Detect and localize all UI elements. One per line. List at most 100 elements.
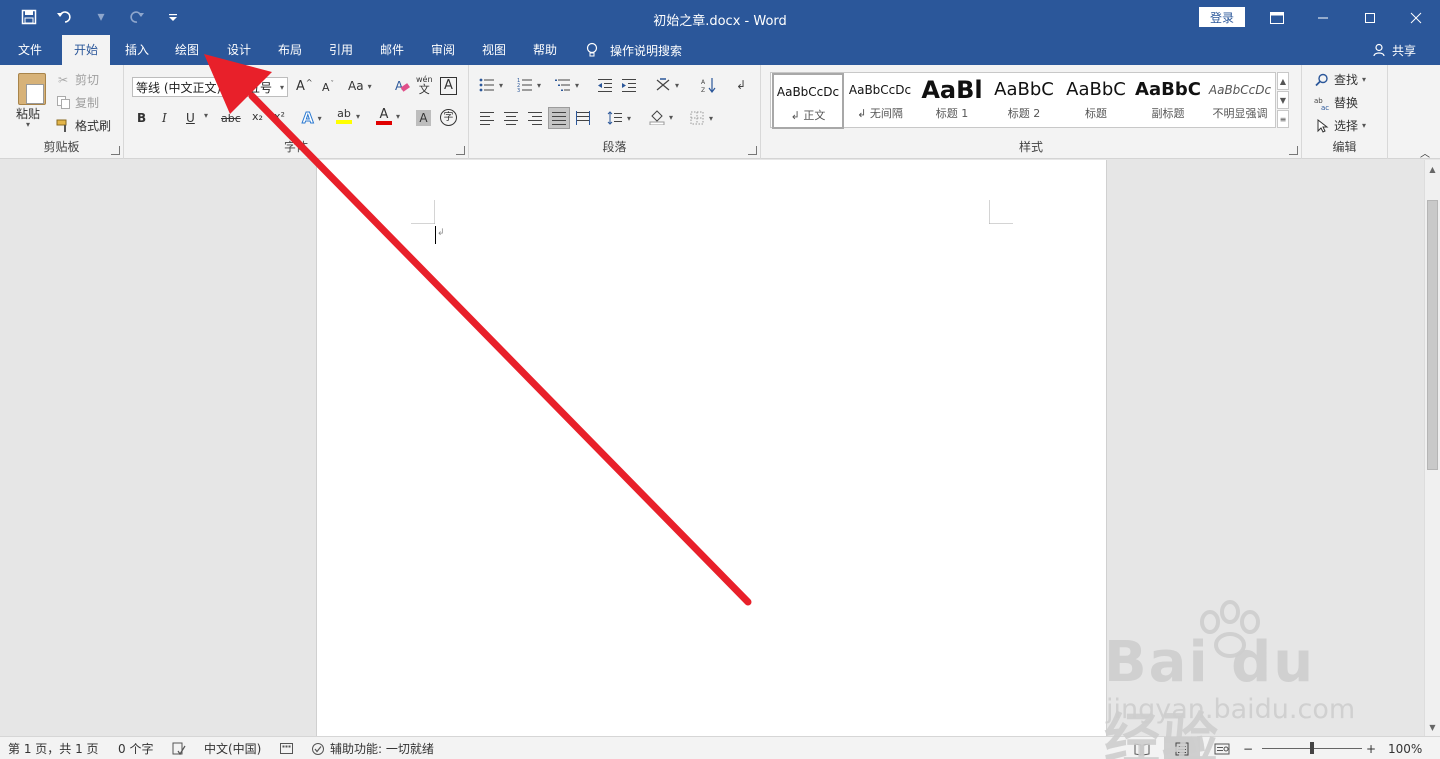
strikethrough-button[interactable]: abc [221, 112, 241, 125]
minimize-icon[interactable] [1300, 0, 1346, 35]
tab-view[interactable]: 视图 [473, 35, 515, 65]
tab-home[interactable]: 开始 [62, 35, 110, 65]
chevron-down-icon: ▾ [537, 80, 542, 90]
zoom-level[interactable]: 100% [1388, 737, 1422, 759]
align-right-button[interactable] [527, 110, 543, 126]
tab-mailings[interactable]: 邮件 [371, 35, 413, 65]
style-sample: AaBbC [1066, 79, 1126, 100]
font-name-box[interactable]: 等线 (中文正文) [132, 77, 244, 97]
styles-more[interactable]: ≡ [1277, 110, 1289, 128]
sort-button[interactable]: AZ [701, 77, 717, 93]
grow-font-button[interactable]: A ^ [296, 78, 313, 94]
tab-references[interactable]: 引用 [320, 35, 362, 65]
numbering-button[interactable]: 1 2 3 ▾ [517, 77, 541, 93]
font-size-box[interactable]: 五号 ▾ [244, 77, 288, 97]
decrease-indent-button[interactable] [597, 77, 613, 93]
borders-button[interactable]: ▾ [689, 110, 713, 126]
maximize-icon[interactable] [1347, 0, 1393, 35]
login-button[interactable]: 登录 [1199, 7, 1245, 27]
scroll-down-arrow[interactable]: ▼ [1425, 719, 1440, 735]
collapse-ribbon-button[interactable]: ︿ [1420, 145, 1430, 160]
increase-indent-button[interactable] [621, 77, 637, 93]
page-count[interactable]: 第 1 页，共 1 页 [8, 737, 99, 759]
styles-scroll-down[interactable]: ▼ [1277, 91, 1289, 109]
style-normal[interactable]: AaBbCcDc ↲ 正文 [772, 73, 844, 129]
format-painter-button[interactable]: 格式刷 [55, 117, 111, 134]
paste-dropdown[interactable]: ▾ [26, 120, 30, 129]
style-subtle-emphasis[interactable]: AaBbCcDc 不明显强调 [1204, 73, 1276, 129]
word-count[interactable]: 0 个字 [118, 737, 153, 759]
tab-review[interactable]: 审阅 [422, 35, 464, 65]
style-name: 标题 [1085, 107, 1107, 120]
font-launcher-icon[interactable] [456, 146, 465, 155]
show-marks-button[interactable]: ↲ [733, 77, 749, 93]
font-color-button[interactable]: A ▾ [376, 108, 400, 125]
superscript-button[interactable]: x² [274, 110, 285, 123]
character-shading-button[interactable]: A [416, 110, 431, 126]
bullets-button[interactable]: ▾ [479, 77, 503, 93]
justify-button[interactable] [548, 107, 570, 129]
italic-button[interactable]: I [162, 111, 167, 125]
cut-button[interactable]: ✂ 剪切 [55, 71, 99, 88]
paint-bucket-icon [649, 109, 665, 125]
enclose-characters-button[interactable]: 字 [440, 109, 457, 126]
tab-layout[interactable]: 布局 [269, 35, 311, 65]
style-title[interactable]: AaBbC 标题 [1060, 73, 1132, 129]
style-name: ↲ 正文 [790, 109, 826, 122]
subscript-button[interactable]: x₂ [252, 110, 263, 123]
bold-button[interactable]: B [137, 111, 146, 125]
tab-design[interactable]: 设计 [218, 35, 260, 65]
line-spacing-button[interactable]: ▾ [607, 110, 631, 126]
underline-dropdown[interactable]: ▾ [204, 111, 208, 120]
vertical-scrollbar[interactable]: ▲ ▼ [1424, 160, 1440, 736]
shrink-font-button[interactable]: Aˇ [322, 80, 334, 95]
character-border-button[interactable]: A [440, 77, 457, 95]
text-effects-button[interactable]: A ▾ [302, 109, 322, 128]
phonetic-guide-button[interactable]: wén 文 [416, 75, 433, 96]
tell-me-search[interactable]: 操作说明搜索 [584, 35, 682, 65]
share-button[interactable]: 共享 [1372, 35, 1416, 65]
shading-button[interactable]: ▾ [649, 109, 673, 125]
distributed-button[interactable] [575, 110, 591, 126]
style-subtitle[interactable]: AaBbC 副标题 [1132, 73, 1204, 129]
scroll-thumb[interactable] [1427, 200, 1438, 470]
tab-help[interactable]: 帮助 [524, 35, 566, 65]
paste-icon[interactable] [18, 73, 46, 105]
close-icon[interactable] [1393, 0, 1439, 35]
underline-button[interactable]: U [186, 111, 195, 125]
tab-insert[interactable]: 插入 [116, 35, 158, 65]
language-indicator[interactable]: 中文(中国) [204, 737, 261, 759]
proofing-icon[interactable] [172, 737, 186, 759]
select-button[interactable]: 选择 ▾ [1314, 117, 1366, 134]
style-name: ↲ 无间隔 [857, 107, 903, 120]
macro-recording-icon[interactable] [280, 737, 293, 759]
styles-launcher-icon[interactable] [1289, 146, 1298, 155]
style-heading-1[interactable]: AaBl 标题 1 [916, 73, 988, 129]
tab-file[interactable]: 文件 [8, 35, 52, 65]
scroll-up-arrow[interactable]: ▲ [1425, 161, 1440, 177]
paragraph-group-label: 段落 [602, 140, 627, 154]
copy-button[interactable]: 复制 [55, 94, 99, 111]
styles-scroll-up[interactable]: ▲ [1277, 72, 1289, 90]
chinese-layout-button[interactable]: ▾ [655, 77, 679, 93]
align-center-button[interactable] [503, 110, 519, 126]
tab-draw[interactable]: 绘图 [166, 35, 208, 65]
chevron-down-icon: ▾ [675, 80, 680, 90]
find-button[interactable]: 查找 ▾ [1314, 71, 1366, 88]
chevron-down-icon: ▾ [367, 81, 372, 91]
style-heading-2[interactable]: AaBbC 标题 2 [988, 73, 1060, 129]
clipboard-launcher-icon[interactable] [111, 146, 120, 155]
multilevel-list-button[interactable]: ▾ [555, 77, 579, 93]
accessibility-status[interactable]: 辅助功能: 一切就绪 [310, 737, 434, 759]
align-left-button[interactable] [479, 110, 495, 126]
document-page[interactable]: ↲ [316, 160, 1107, 736]
change-case-button[interactable]: Aa ▾ [348, 79, 372, 93]
chevron-down-icon: ▾ [1362, 75, 1367, 84]
watermark-sub-text: jingyan.baidu.com [1106, 694, 1356, 725]
style-no-spacing[interactable]: AaBbCcDc ↲ 无间隔 [844, 73, 916, 129]
paragraph-launcher-icon[interactable] [748, 146, 757, 155]
ribbon-display-options-icon[interactable] [1254, 0, 1300, 35]
replace-button[interactable]: ab ac 替换 [1314, 94, 1358, 111]
highlight-button[interactable]: ab ▾ [336, 108, 360, 124]
clear-formatting-button[interactable]: A [394, 77, 410, 93]
